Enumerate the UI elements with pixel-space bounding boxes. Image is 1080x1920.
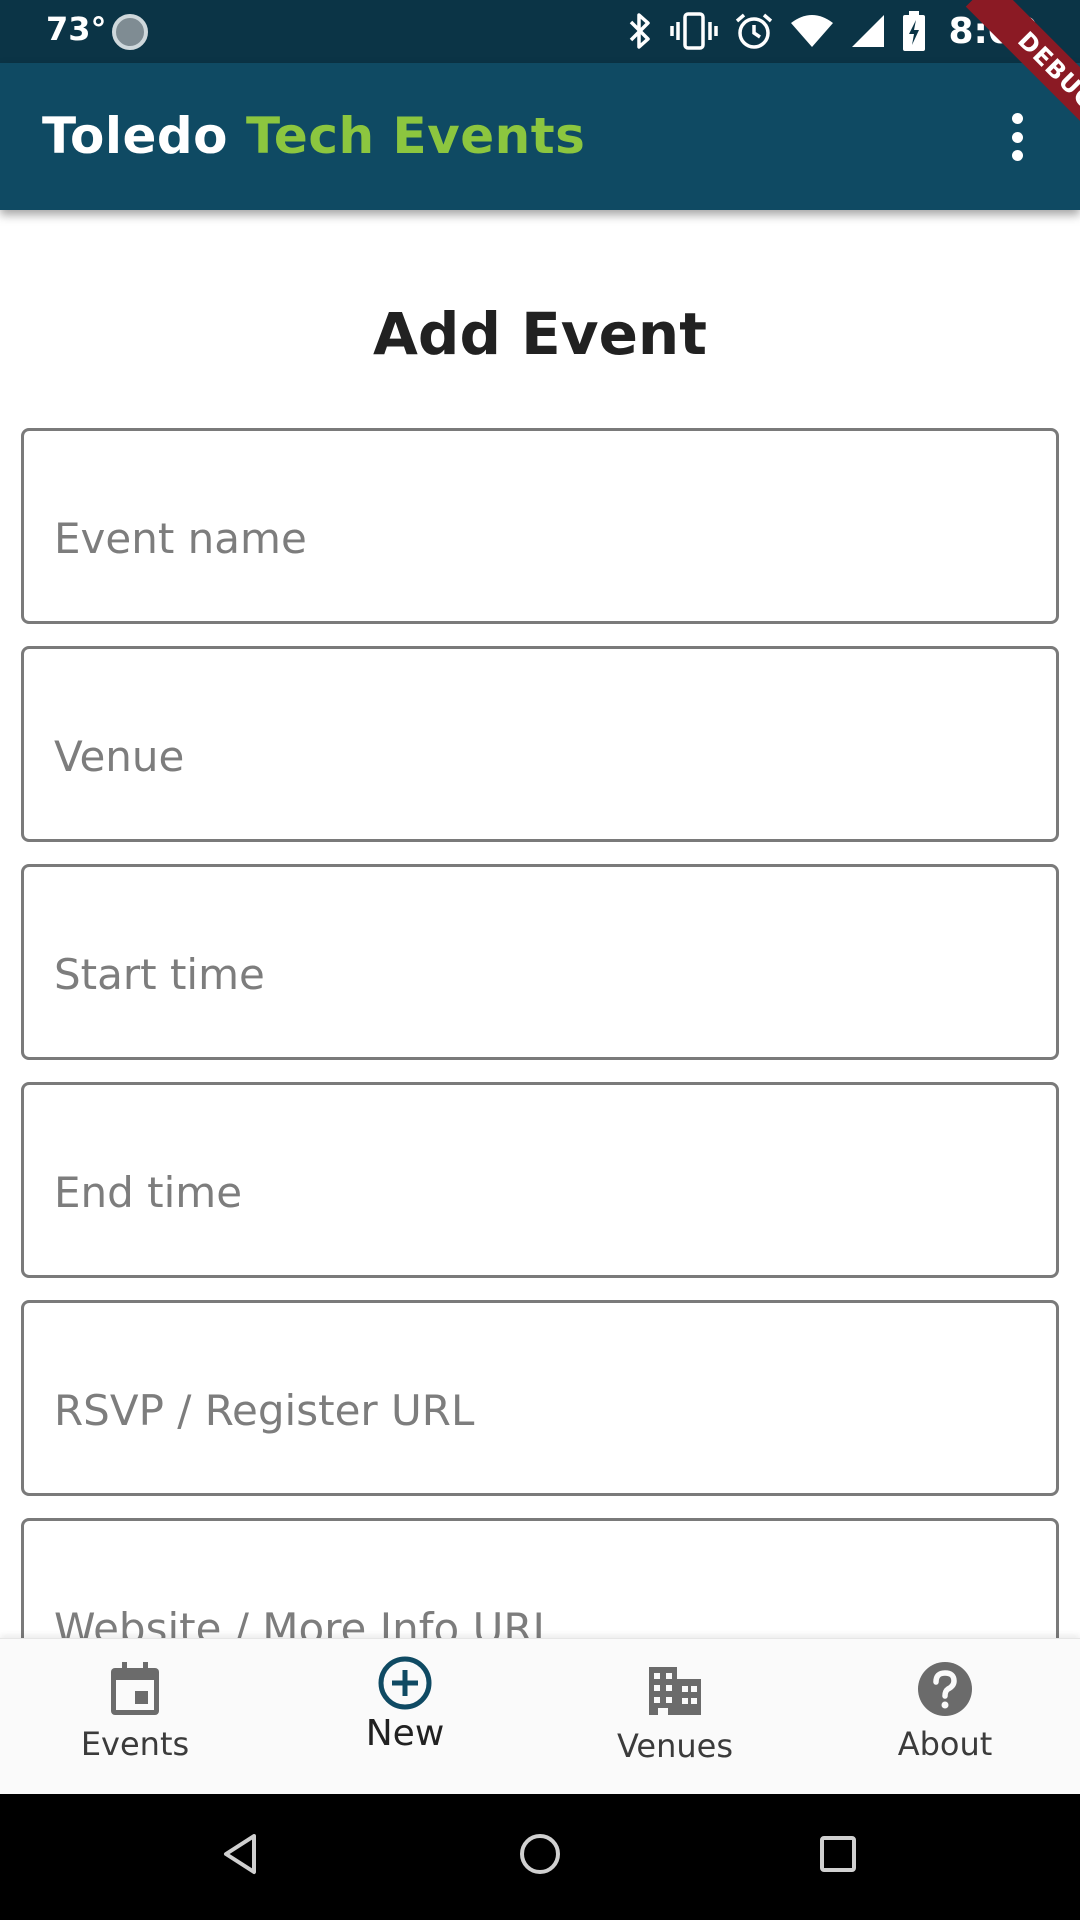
status-icons: 8:00: [626, 8, 1038, 54]
app-title-part2: Tech Events: [245, 107, 586, 165]
bluetooth-icon: [630, 13, 651, 49]
home-icon[interactable]: [518, 1832, 562, 1876]
add-event-form: Add Event: [0, 210, 1080, 1638]
alarm-icon: [736, 13, 773, 49]
back-icon[interactable]: [220, 1832, 260, 1876]
status-bar: 73° 8:00: [0, 0, 1080, 63]
page-title: Add Event: [373, 300, 707, 368]
vibrate-icon: [670, 12, 719, 50]
add-circle-icon: [378, 1656, 432, 1710]
nav-label-venues: Venues: [616, 1727, 733, 1765]
recents-icon[interactable]: [818, 1832, 858, 1876]
nav-item-venues[interactable]: Venues: [540, 1639, 810, 1794]
nav-item-about[interactable]: About: [810, 1639, 1080, 1794]
end-time-field[interactable]: [21, 1082, 1059, 1278]
nav-label-new: New: [365, 1713, 445, 1754]
event-name-input[interactable]: [54, 431, 1014, 621]
start-time-input[interactable]: [54, 867, 1014, 1057]
system-navigation-bar: [0, 1794, 1080, 1920]
nav-label-about: About: [897, 1725, 993, 1763]
event-name-field[interactable]: [21, 428, 1059, 624]
help-icon: [918, 1662, 972, 1716]
website-url-field[interactable]: [21, 1518, 1059, 1638]
building-icon: [649, 1667, 701, 1715]
end-time-input[interactable]: [54, 1085, 1014, 1275]
battery-charging-icon: [903, 11, 926, 51]
nav-label-events: Events: [80, 1725, 190, 1763]
nav-item-new[interactable]: New: [270, 1639, 540, 1794]
venue-field[interactable]: [21, 646, 1059, 842]
website-url-input[interactable]: [54, 1521, 1014, 1638]
rsvp-url-field[interactable]: [21, 1300, 1059, 1496]
calendar-icon: [111, 1662, 159, 1715]
more-vert-icon[interactable]: [1002, 113, 1032, 161]
nav-item-events[interactable]: Events: [0, 1639, 270, 1794]
bottom-navigation: Events New Venues About: [0, 1638, 1080, 1794]
start-time-field[interactable]: [21, 864, 1059, 1060]
cell-signal-icon: [852, 15, 885, 47]
app-bar: Toledo Tech Events: [0, 63, 1080, 210]
rsvp-url-input[interactable]: [54, 1303, 1014, 1493]
wifi-icon: [791, 15, 834, 47]
status-time: 8:00: [948, 10, 1038, 52]
status-temperature: 73°: [46, 10, 107, 48]
weather-icon: [112, 14, 148, 50]
app-title: Toledo Tech Events: [42, 107, 585, 165]
app-title-part1: Toledo: [42, 107, 229, 165]
venue-input[interactable]: [54, 649, 1014, 839]
